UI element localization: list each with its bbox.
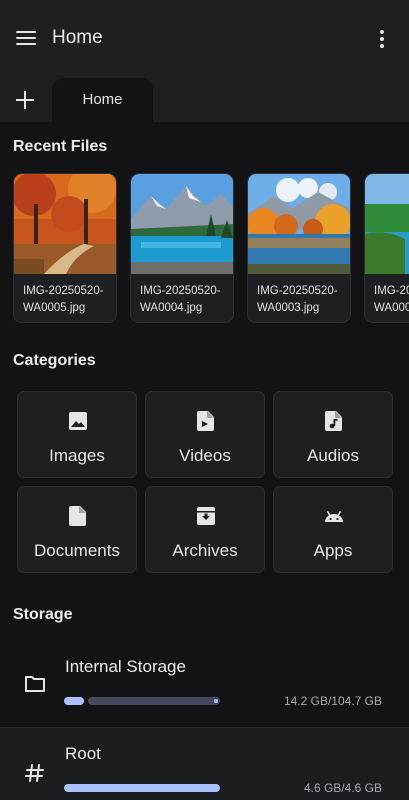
category-label: Audios (307, 446, 359, 465)
storage-item-root[interactable]: Root 4.6 GB/4.6 GB (0, 728, 409, 800)
file-thumbnail (14, 174, 116, 274)
audio-file-icon (325, 411, 342, 431)
recent-file-card[interactable]: IMG-20250520-WA0005.jpg (13, 173, 117, 323)
video-file-icon (197, 411, 214, 431)
image-icon (69, 412, 87, 430)
category-label: Images (49, 446, 105, 465)
tab-bar: Home (0, 76, 409, 122)
file-name: IMG-20250520-WA0002.jpg (374, 285, 409, 314)
app-bar: Home (0, 0, 409, 76)
category-documents[interactable]: Documents (17, 486, 137, 573)
storage-usage-bar (64, 784, 220, 792)
storage-size: 14.2 GB/104.7 GB (283, 694, 382, 708)
category-archives[interactable]: Archives (145, 486, 265, 573)
file-name: IMG-20250520-WA0003.jpg (257, 285, 338, 314)
recent-files-list[interactable]: IMG-20250520-WA0005.jpg IMG-20250520-WA0… (13, 173, 409, 323)
storage-bar-end-dot (214, 699, 218, 703)
storage-free-track (88, 697, 220, 705)
category-images[interactable]: Images (17, 391, 137, 478)
more-vertical-icon[interactable] (372, 27, 392, 51)
archive-icon (197, 507, 215, 525)
document-icon (69, 506, 86, 526)
hamburger-menu-icon[interactable] (14, 27, 38, 49)
category-label: Documents (34, 541, 120, 560)
storage-heading: Storage (13, 606, 73, 623)
plus-icon[interactable] (15, 90, 35, 110)
recent-file-card[interactable]: IMG-20250520-WA0003.jpg (247, 173, 351, 323)
hash-icon (25, 764, 44, 782)
storage-item-internal[interactable]: Internal Storage 14.2 GB/104.7 GB (0, 640, 409, 727)
file-name: IMG-20250520-WA0004.jpg (140, 285, 221, 314)
file-thumbnail (131, 174, 233, 274)
category-label: Archives (172, 541, 238, 560)
storage-usage-bar (64, 697, 220, 705)
storage-size: 4.6 GB/4.6 GB (303, 781, 382, 795)
category-videos[interactable]: Videos (145, 391, 265, 478)
recent-file-card[interactable]: IMG-20250520-WA0002.jpg (364, 173, 409, 323)
storage-used-fill (64, 697, 84, 705)
file-name: IMG-20250520-WA0005.jpg (23, 285, 104, 314)
category-label: Apps (313, 541, 353, 560)
recent-files-heading: Recent Files (13, 138, 108, 155)
storage-name: Root (65, 744, 101, 763)
category-label: Videos (179, 446, 231, 465)
storage-used-fill (64, 784, 220, 792)
category-audios[interactable]: Audios (273, 391, 393, 478)
file-thumbnail (365, 174, 409, 274)
folder-icon (25, 676, 45, 692)
file-thumbnail (248, 174, 350, 274)
tab-home[interactable]: Home (52, 78, 153, 122)
recent-file-card[interactable]: IMG-20250520-WA0004.jpg (130, 173, 234, 323)
category-apps[interactable]: Apps (273, 486, 393, 573)
android-icon (325, 510, 343, 522)
categories-heading: Categories (13, 352, 96, 369)
storage-name: Internal Storage (65, 657, 186, 676)
app-bar-title: Home (52, 27, 103, 48)
